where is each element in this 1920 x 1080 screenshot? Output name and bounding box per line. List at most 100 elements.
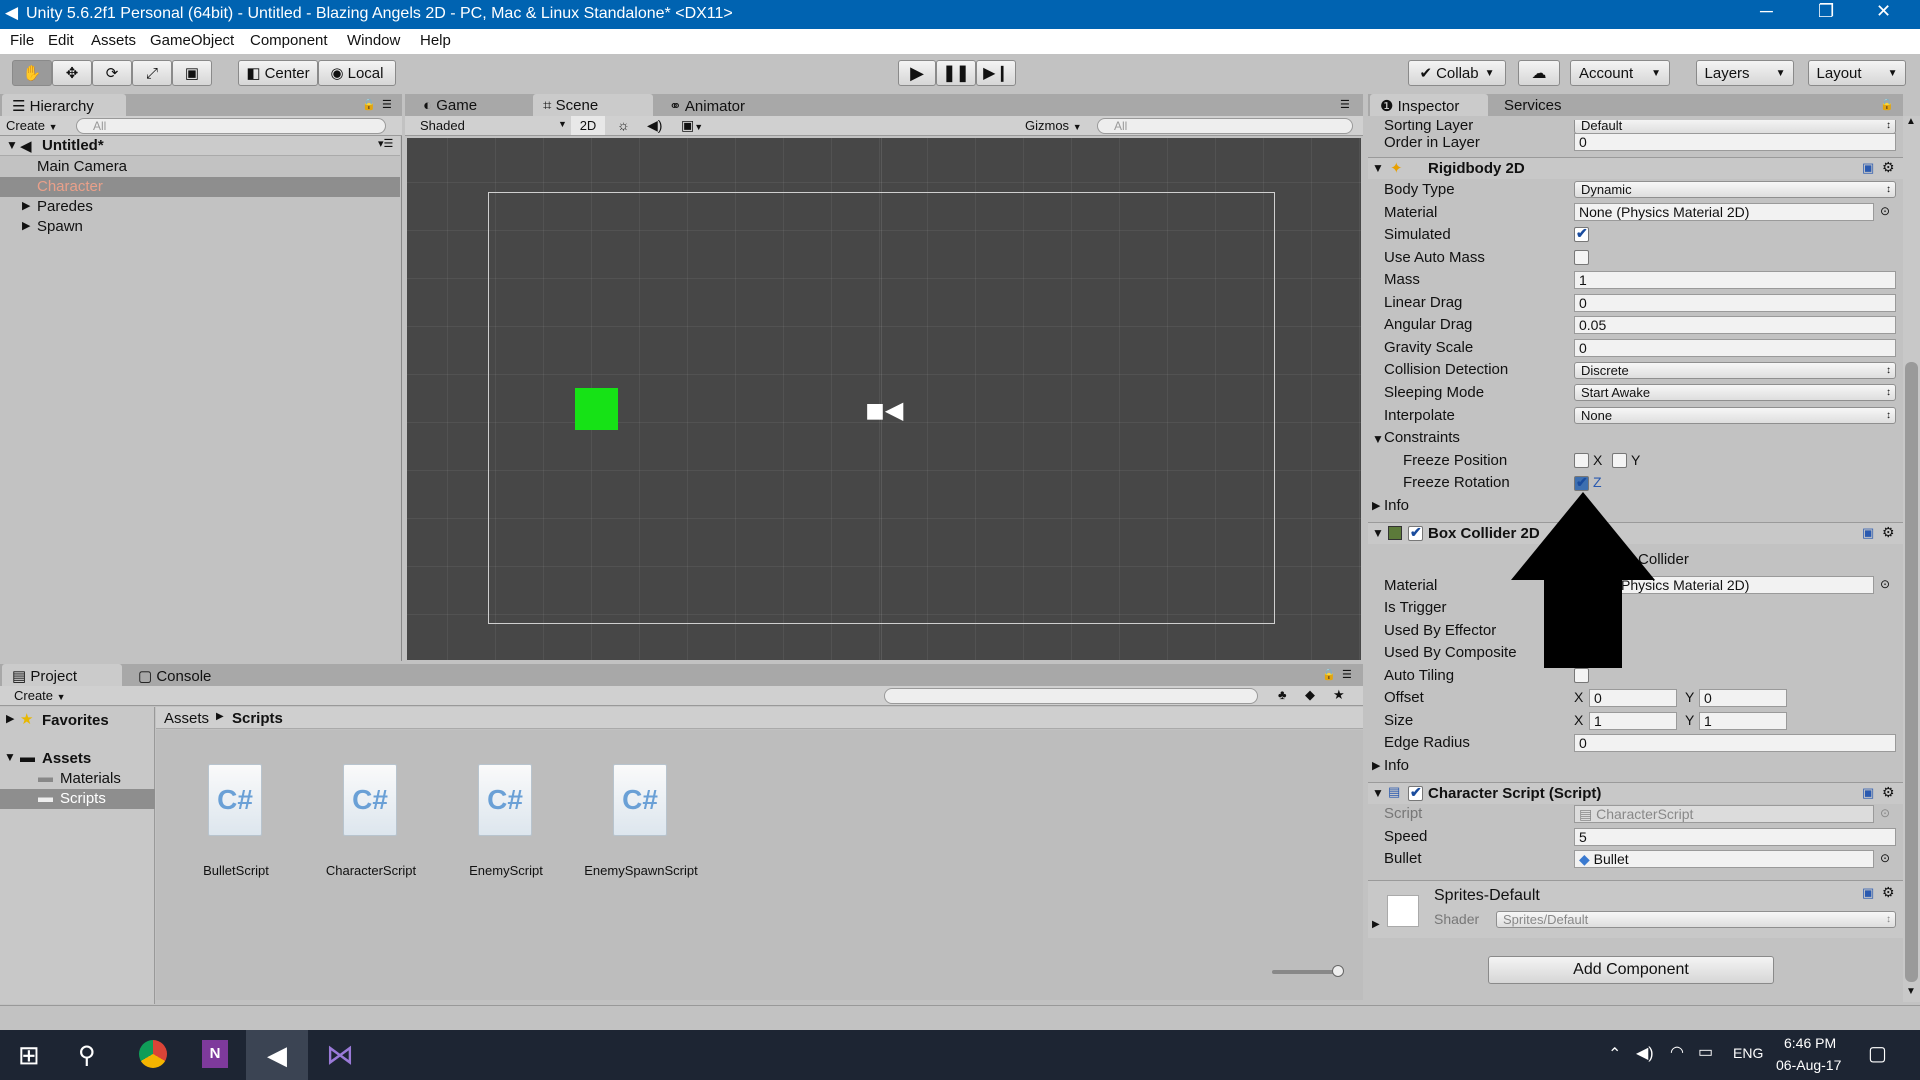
maximize-button[interactable]: ❐ [1818, 1, 1834, 22]
menu-assets[interactable]: Assets [91, 32, 136, 49]
wifi-icon[interactable]: ◠ [1670, 1042, 1684, 1062]
object-picker-icon[interactable]: ⊙ [1880, 851, 1890, 865]
hierarchy-search-input[interactable]: All [76, 118, 386, 134]
breadcrumb-scripts[interactable]: Scripts [232, 710, 283, 727]
project-search-input[interactable] [884, 688, 1258, 704]
scene-menu-icon[interactable]: ▾☰ [378, 137, 393, 150]
expand-arrow-icon[interactable]: ▼ [1372, 432, 1384, 446]
gear-icon[interactable]: ⚙ [1882, 159, 1895, 176]
edge-radius-field[interactable]: 0 [1574, 734, 1896, 752]
expand-arrow-icon[interactable]: ▶ [22, 199, 30, 212]
gear-icon[interactable]: ⚙ [1882, 524, 1895, 541]
folder-scripts-row[interactable]: ▬ Scripts [0, 789, 155, 809]
scroll-up-icon[interactable]: ▲ [1906, 116, 1916, 127]
hand-tool-button[interactable]: ✋ [12, 60, 52, 86]
tab-hierarchy[interactable]: ☰ Hierarchy [2, 94, 126, 116]
interpolate-dropdown[interactable]: None [1574, 407, 1896, 424]
pivot-local-button[interactable]: ◉ Local [318, 60, 396, 86]
collab-dropdown[interactable]: ✔ Collab ▼ [1408, 60, 1506, 86]
help-book-icon[interactable]: ▣ [1862, 525, 1874, 541]
scene-search-input[interactable]: All [1097, 118, 1353, 134]
tab-services[interactable]: Services [1494, 94, 1594, 116]
pause-button[interactable]: ❚❚ [936, 60, 976, 86]
notifications-icon[interactable]: ▢ [1868, 1041, 1887, 1066]
object-picker-icon[interactable]: ⊙ [1880, 577, 1890, 591]
pivot-center-button[interactable]: ◧ Center [238, 60, 318, 86]
constraints-label[interactable]: Constraints [1384, 429, 1460, 446]
clock-date[interactable]: 06-Aug-17 [1776, 1057, 1841, 1073]
step-button[interactable]: ▶❙ [976, 60, 1016, 86]
box-collider-enabled-checkbox[interactable] [1408, 524, 1423, 541]
panel-menu-icon[interactable]: ☰ [382, 98, 392, 111]
hierarchy-item-character[interactable]: Character [0, 177, 400, 197]
collision-detection-dropdown[interactable]: Discrete [1574, 362, 1896, 379]
close-button[interactable]: ✕ [1876, 1, 1891, 22]
sorting-layer-dropdown[interactable]: Default [1574, 120, 1896, 134]
audio-toggle-icon[interactable]: ◀) [647, 117, 662, 134]
tab-scene[interactable]: ⌗ Scene [533, 94, 653, 116]
expand-arrow-icon[interactable]: ▶ [6, 712, 14, 725]
character-sprite[interactable] [575, 388, 618, 430]
account-dropdown[interactable]: Account ▼ [1570, 60, 1670, 86]
cloud-button[interactable]: ☁ [1518, 60, 1560, 86]
favorite-star-icon[interactable]: ★ [1333, 687, 1345, 703]
scene-root-row[interactable]: ▼ ◀ Untitled* ▾☰ [0, 136, 400, 156]
effects-toggle-icon[interactable]: ▣▼ [681, 117, 703, 134]
gravity-scale-field[interactable]: 0 [1574, 339, 1896, 357]
play-button[interactable]: ▶ [898, 60, 936, 86]
hierarchy-item-spawn[interactable]: ▶ Spawn [0, 217, 400, 237]
folder-materials-row[interactable]: ▬ Materials [0, 769, 155, 789]
help-book-icon[interactable]: ▣ [1862, 160, 1874, 176]
windows-start-icon[interactable]: ⊞ [18, 1040, 40, 1071]
layers-dropdown[interactable]: Layers ▼ [1696, 60, 1794, 86]
gear-icon[interactable]: ⚙ [1882, 884, 1895, 901]
object-picker-icon[interactable]: ⊙ [1880, 204, 1890, 218]
simulated-checkbox[interactable] [1574, 225, 1589, 242]
hierarchy-create-dropdown[interactable]: Create ▼ [6, 118, 58, 133]
csharp-script-icon[interactable]: C# [613, 764, 667, 836]
hierarchy-item-main-camera[interactable]: Main Camera [0, 157, 400, 177]
inspector-scrollbar-track[interactable]: ▲ ▼ [1903, 116, 1920, 1002]
tab-inspector[interactable]: ❶ Inspector [1370, 94, 1488, 116]
unity-taskbar-icon[interactable]: ◀ [246, 1030, 308, 1080]
language-indicator[interactable]: ENG [1733, 1045, 1763, 1061]
zoom-slider-thumb[interactable] [1332, 965, 1344, 977]
linear-drag-field[interactable]: 0 [1574, 294, 1896, 312]
expand-arrow-icon[interactable]: ▼ [4, 750, 16, 764]
chrome-icon[interactable] [139, 1040, 167, 1068]
lock-icon[interactable]: 🔒 [362, 98, 376, 111]
size-y-field[interactable]: 1 [1699, 712, 1787, 730]
panel-menu-icon[interactable]: ☰ [1340, 98, 1350, 111]
tab-project[interactable]: ▤ Project [2, 664, 122, 686]
auto-tiling-checkbox[interactable] [1574, 668, 1589, 683]
scale-tool-button[interactable]: ⤢ [132, 60, 172, 86]
freeze-position-y-checkbox[interactable] [1612, 453, 1627, 468]
menu-component[interactable]: Component [250, 32, 328, 49]
expand-arrow-icon[interactable]: ▼ [1372, 526, 1384, 540]
volume-icon[interactable]: ◀) [1636, 1043, 1654, 1063]
sleeping-mode-dropdown[interactable]: Start Awake [1574, 384, 1896, 401]
bullet-field[interactable]: ◆ Bullet [1574, 850, 1874, 868]
favorites-row[interactable]: ▶ ★ Favorites [0, 711, 155, 731]
character-script-header[interactable]: ▼ ▤ Character Script (Script) ▣ ⚙ [1368, 782, 1903, 804]
filter-type-icon[interactable]: ♣ [1278, 687, 1287, 702]
expand-arrow-icon[interactable]: ▶ [1372, 499, 1380, 512]
battery-icon[interactable]: ▭ [1698, 1042, 1713, 1062]
angular-drag-field[interactable]: 0.05 [1574, 316, 1896, 334]
offset-x-field[interactable]: 0 [1589, 689, 1677, 707]
lock-icon[interactable]: 🔒 [1880, 98, 1894, 111]
use-auto-mass-checkbox[interactable] [1574, 250, 1589, 265]
onenote-icon[interactable]: N [202, 1040, 228, 1068]
mass-field[interactable]: 1 [1574, 271, 1896, 289]
info-foldout[interactable]: Info [1384, 497, 1409, 514]
help-book-icon[interactable]: ▣ [1862, 885, 1874, 901]
expand-arrow-icon[interactable]: ▶ [1372, 919, 1380, 930]
assets-row[interactable]: ▼ ▬ Assets [0, 749, 155, 769]
expand-arrow-icon[interactable]: ▶ [22, 219, 30, 232]
menu-edit[interactable]: Edit [48, 32, 74, 49]
move-tool-button[interactable]: ✥ [52, 60, 92, 86]
csharp-script-icon[interactable]: C# [343, 764, 397, 836]
scene-viewport[interactable]: ◼◀ [407, 138, 1361, 660]
clock-time[interactable]: 6:46 PM [1784, 1035, 1836, 1051]
search-icon[interactable]: ⚲ [78, 1041, 96, 1070]
